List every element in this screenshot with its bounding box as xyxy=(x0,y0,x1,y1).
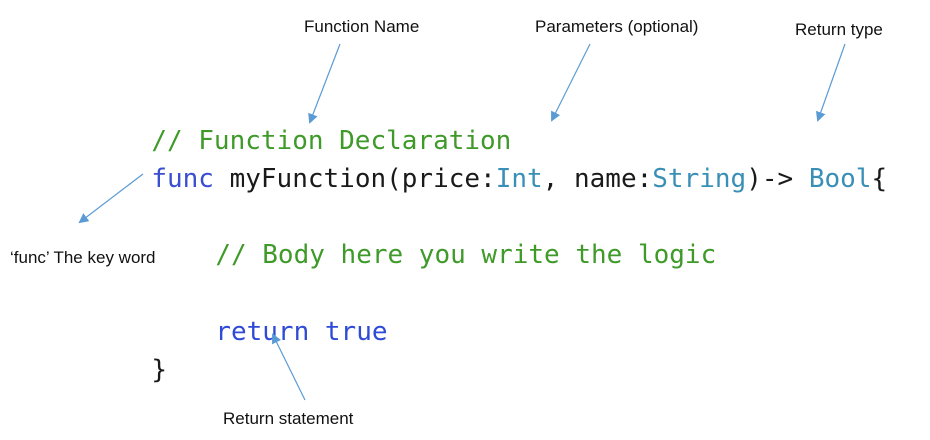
callout-arrows xyxy=(78,43,846,401)
function-name-arrow xyxy=(308,43,341,124)
return-statement-arrow xyxy=(272,333,306,401)
return-type-arrow xyxy=(815,43,846,122)
parameters-arrow xyxy=(551,43,591,122)
func-keyword-arrow xyxy=(78,173,144,224)
